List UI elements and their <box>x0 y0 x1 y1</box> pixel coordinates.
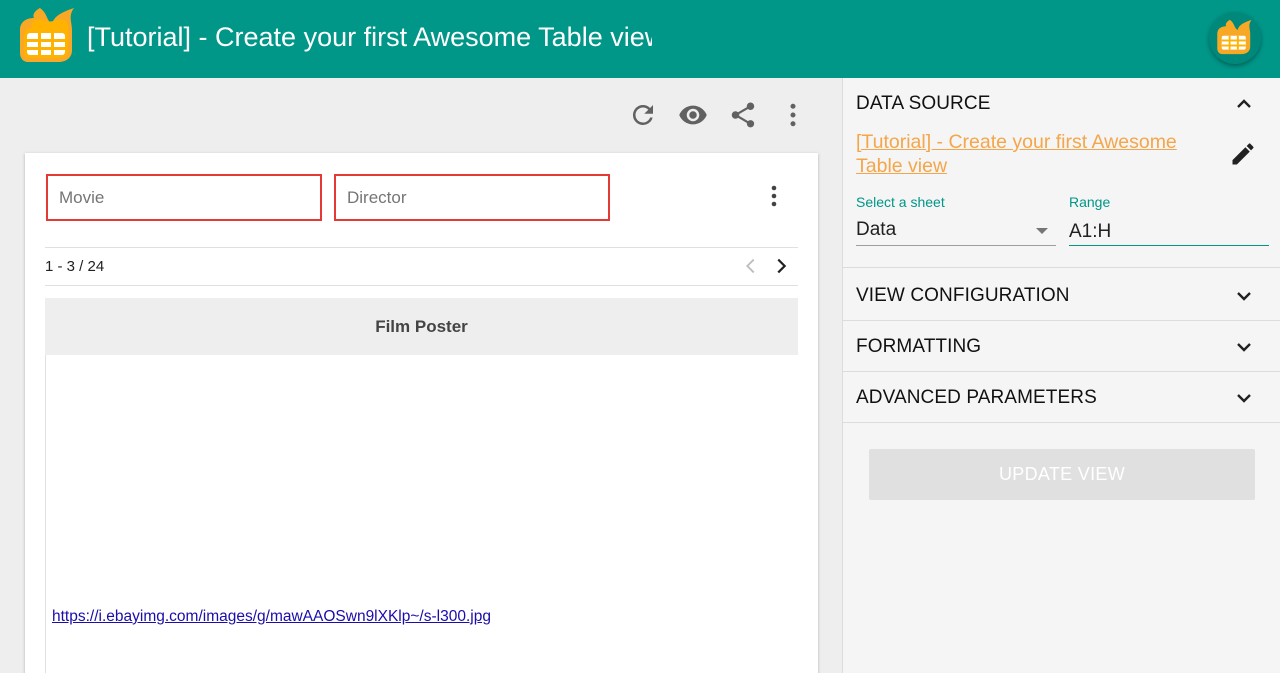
spreadsheet-link[interactable]: [Tutorial] - Create your first Awesome T… <box>856 130 1206 178</box>
pagination-count: 1 - 3 / 24 <box>45 258 105 275</box>
sheet-label: Select a sheet <box>856 194 945 210</box>
more-vert-icon[interactable] <box>778 100 808 130</box>
range-label: Range <box>1069 194 1111 210</box>
update-view-button[interactable]: UPDATE VIEW <box>869 449 1255 500</box>
page-title: [Tutorial] - Create your first Awesome T… <box>87 22 652 52</box>
sheet-select[interactable]: Data <box>856 216 1056 246</box>
data-source-section: DATA SOURCE [Tutorial] - Create your fir… <box>843 78 1280 268</box>
chevron-down-icon[interactable] <box>1232 284 1256 308</box>
chevron-down-icon[interactable] <box>1232 386 1256 410</box>
preview-pane: 1 - 3 / 24 Film Poster https://i.ebayimg… <box>0 78 842 673</box>
pencil-icon[interactable] <box>1229 140 1257 168</box>
app-header: [Tutorial] - Create your first Awesome T… <box>0 0 1280 78</box>
range-input[interactable] <box>1069 216 1269 246</box>
section-title: FORMATTING <box>856 336 982 357</box>
director-filter[interactable] <box>334 174 610 221</box>
movie-filter[interactable] <box>46 174 322 221</box>
data-source-title[interactable]: DATA SOURCE <box>856 93 990 115</box>
awesome-table-logo-icon <box>1217 19 1252 55</box>
card-more-vert-icon[interactable] <box>762 182 786 210</box>
dropdown-caret-icon <box>1036 228 1048 234</box>
share-icon[interactable] <box>728 100 758 130</box>
awesome-table-logo-icon <box>18 6 78 64</box>
refresh-icon[interactable] <box>628 100 658 130</box>
divider <box>45 285 798 286</box>
director-filter-input[interactable] <box>336 176 608 219</box>
account-avatar[interactable] <box>1209 12 1261 64</box>
eye-icon[interactable] <box>678 100 708 130</box>
view-configuration-section[interactable]: VIEW CONFIGURATION <box>843 270 1280 321</box>
column-header-film-poster: Film Poster <box>45 298 798 355</box>
film-poster-link[interactable]: https://i.ebayimg.com/images/g/mawAAOSwn… <box>52 608 491 626</box>
previous-page-icon[interactable] <box>740 255 762 277</box>
advanced-parameters-section[interactable]: ADVANCED PARAMETERS <box>843 372 1280 423</box>
divider <box>45 247 798 248</box>
sheet-select-value: Data <box>856 219 897 240</box>
section-title: ADVANCED PARAMETERS <box>856 387 1097 408</box>
formatting-section[interactable]: FORMATTING <box>843 321 1280 372</box>
chevron-down-icon[interactable] <box>1232 335 1256 359</box>
movie-filter-input[interactable] <box>48 176 320 219</box>
table-view-card: 1 - 3 / 24 Film Poster https://i.ebayimg… <box>25 153 818 673</box>
settings-sidebar: DATA SOURCE [Tutorial] - Create your fir… <box>842 78 1280 673</box>
next-page-icon[interactable] <box>770 255 792 277</box>
section-title: VIEW CONFIGURATION <box>856 285 1070 306</box>
chevron-up-icon[interactable] <box>1232 92 1256 116</box>
